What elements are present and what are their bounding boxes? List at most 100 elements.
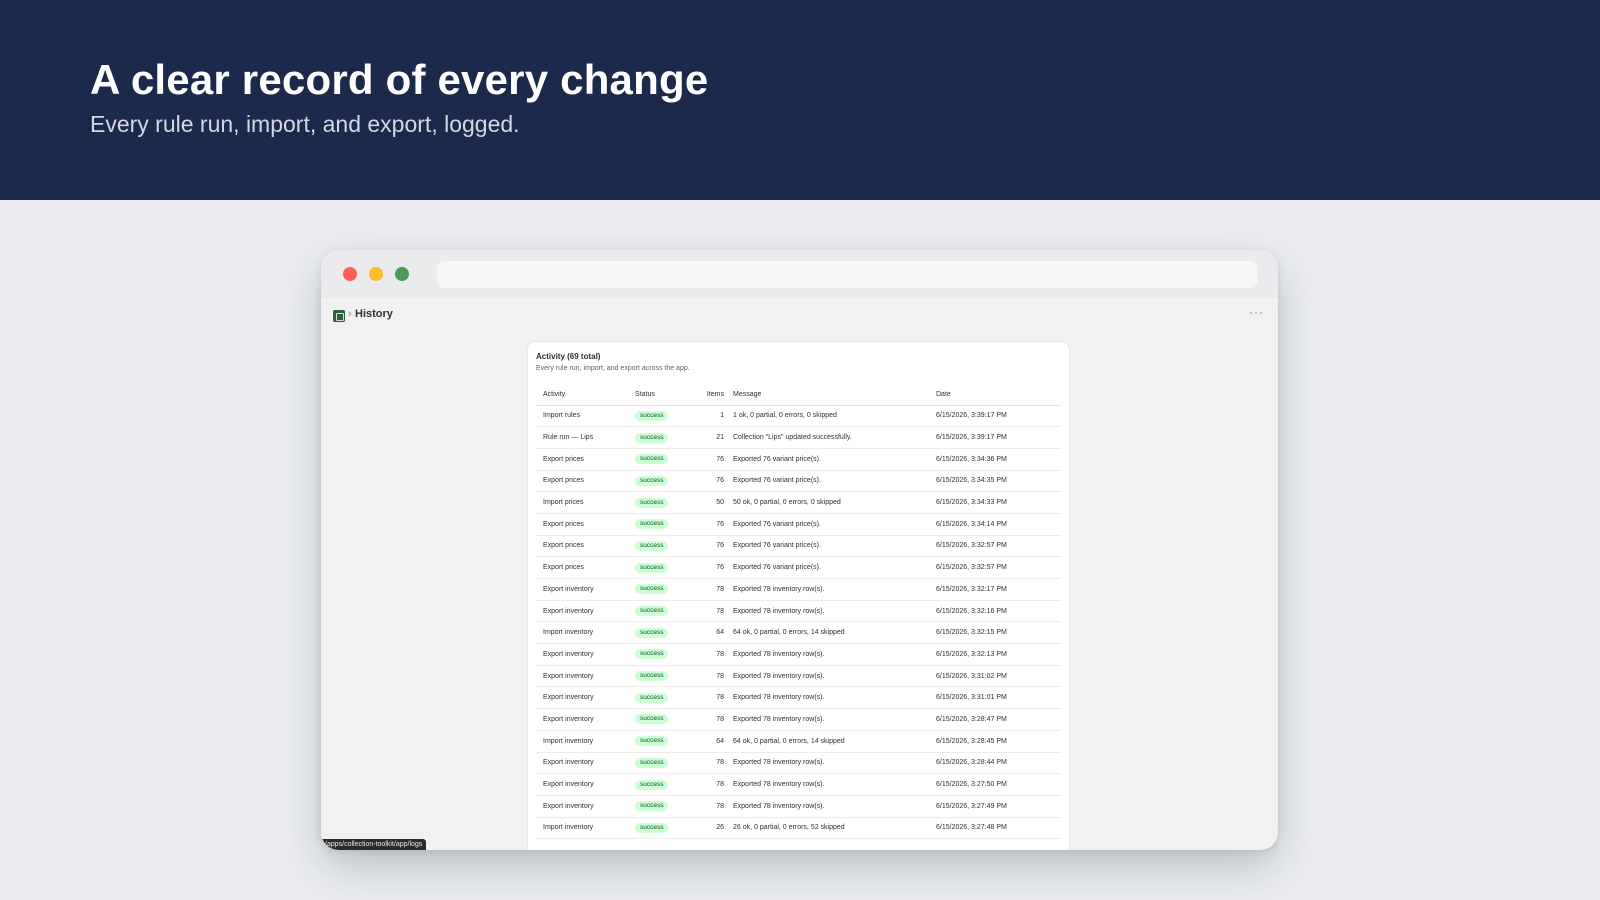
- status-cell: success: [628, 470, 697, 493]
- table-row[interactable]: Export inventory success 78 Exported 78 inv…: [536, 578, 1061, 601]
- activity-cell: Import rules: [536, 405, 628, 428]
- table-row[interactable]: Import inventory success 64 64 ok, 0 partia…: [536, 730, 1061, 753]
- activity-cell: Export inventory: [536, 665, 628, 688]
- more-horizontal-icon[interactable]: ···: [1249, 305, 1264, 319]
- status-badge: success: [635, 584, 669, 595]
- card-subtitle: Every rule run, import, and export acros…: [536, 365, 690, 372]
- column-header-activity[interactable]: Activity: [536, 384, 628, 406]
- status-cell: success: [628, 708, 697, 731]
- items-cell: 78: [697, 773, 726, 796]
- items-cell: 64: [697, 730, 726, 753]
- date-cell: 6/15/2026, 3:31:01 PM: [929, 686, 1061, 710]
- items-cell: 1: [697, 405, 726, 428]
- table-row[interactable]: Export prices success 76 Exported 76 varian…: [536, 470, 1061, 493]
- date-cell: 6/15/2026, 3:34:35 PM: [929, 470, 1061, 493]
- status-badge: success: [635, 475, 669, 486]
- message-cell: Exported 78 inventory row(s).: [726, 665, 929, 688]
- activity-cell: Import inventory: [536, 730, 628, 753]
- table-row[interactable]: Export prices success 76 Exported 76 varian…: [536, 448, 1061, 471]
- status-cell: success: [628, 535, 697, 558]
- status-cell: success: [628, 817, 697, 840]
- table-row[interactable]: Import inventory success 64 64 ok, 0 partia…: [536, 621, 1061, 645]
- table-row[interactable]: Rule run — Lips success 21 Collection "Lips…: [536, 426, 1061, 449]
- date-cell: 6/15/2026, 3:34:14 PM: [929, 513, 1061, 536]
- table-row[interactable]: Export inventory success 78 Exported 78 inv…: [536, 708, 1061, 731]
- table-row[interactable]: Export inventory success 78 Exported 78 inv…: [536, 665, 1061, 688]
- date-cell: 6/15/2026, 3:32:57 PM: [929, 556, 1061, 579]
- table-row[interactable]: Import prices success 50 50 ok, 0 partial, …: [536, 491, 1061, 514]
- activity-table: Activity Status Items Message Date Impor…: [536, 384, 1061, 840]
- message-cell: Exported 76 variant price(s).: [726, 535, 929, 558]
- status-cell: success: [628, 513, 697, 536]
- table-row[interactable]: Export inventory success 78 Exported 78 inv…: [536, 643, 1061, 666]
- items-cell: 76: [697, 448, 726, 471]
- status-badge: success: [635, 671, 669, 682]
- table-row[interactable]: Export inventory success 78 Exported 78 inv…: [536, 752, 1061, 775]
- activity-cell: Rule run — Lips: [536, 426, 628, 449]
- card-title: Activity (69 total): [536, 352, 601, 361]
- date-cell: 6/15/2026, 3:32:57 PM: [929, 535, 1061, 558]
- message-cell: Exported 78 inventory row(s).: [726, 686, 929, 710]
- items-cell: 26: [697, 817, 726, 840]
- table-row[interactable]: Import inventory success 26 26 ok, 0 partia…: [536, 817, 1061, 840]
- table-row[interactable]: Export prices success 76 Exported 76 varian…: [536, 513, 1061, 536]
- minimize-window-button[interactable]: [369, 267, 383, 281]
- close-window-button[interactable]: [343, 267, 357, 281]
- date-cell: 6/15/2026, 3:32:16 PM: [929, 600, 1061, 623]
- status-cell: success: [628, 600, 697, 623]
- activity-cell: Export prices: [536, 535, 628, 558]
- maximize-window-button[interactable]: [395, 267, 409, 281]
- items-cell: 78: [697, 752, 726, 775]
- status-cell: success: [628, 448, 697, 471]
- activity-cell: Export inventory: [536, 795, 628, 818]
- message-cell: 26 ok, 0 partial, 0 errors, 52 skipped: [726, 817, 929, 840]
- message-cell: Exported 78 inventory row(s).: [726, 752, 929, 775]
- message-cell: Exported 76 variant price(s).: [726, 448, 929, 471]
- status-badge: success: [635, 757, 669, 768]
- message-cell: Exported 78 inventory row(s).: [726, 643, 929, 666]
- column-header-status[interactable]: Status: [628, 384, 697, 406]
- status-badge: success: [635, 497, 669, 508]
- items-cell: 50: [697, 491, 726, 514]
- message-cell: 64 ok, 0 partial, 0 errors, 14 skipped: [726, 621, 929, 645]
- status-badge: success: [635, 410, 669, 421]
- status-cell: success: [628, 621, 697, 645]
- status-cell: success: [628, 491, 697, 514]
- address-bar[interactable]: [437, 261, 1258, 288]
- date-cell: 6/15/2026, 3:28:47 PM: [929, 708, 1061, 731]
- status-cell: success: [628, 773, 697, 796]
- message-cell: 1 ok, 0 partial, 0 errors, 0 skipped: [726, 405, 929, 428]
- date-cell: 6/15/2026, 3:31:02 PM: [929, 665, 1061, 688]
- browser-window: › History ··· Activity (69 total) Every …: [321, 250, 1278, 850]
- date-cell: 6/15/2026, 3:34:36 PM: [929, 448, 1061, 471]
- column-header-date[interactable]: Date: [929, 384, 1061, 406]
- items-cell: 76: [697, 470, 726, 493]
- date-cell: 6/15/2026, 3:39:17 PM: [929, 405, 1061, 428]
- status-badge: success: [635, 736, 669, 747]
- activity-card: Activity (69 total) Every rule run, impo…: [528, 342, 1069, 850]
- date-cell: 6/15/2026, 3:39:17 PM: [929, 426, 1061, 449]
- app-logo-icon[interactable]: [333, 310, 345, 322]
- date-cell: 6/15/2026, 3:27:49 PM: [929, 795, 1061, 818]
- table-row[interactable]: Export inventory success 78 Exported 78 inv…: [536, 686, 1061, 710]
- activity-cell: Export inventory: [536, 686, 628, 710]
- table-row[interactable]: Export inventory success 78 Exported 78 inv…: [536, 773, 1061, 796]
- column-header-message[interactable]: Message: [726, 384, 929, 406]
- status-cell: success: [628, 686, 697, 710]
- message-cell: Exported 78 inventory row(s).: [726, 708, 929, 731]
- status-badge: success: [635, 649, 669, 660]
- table-row[interactable]: Export inventory success 78 Exported 78 inv…: [536, 600, 1061, 623]
- table-row[interactable]: Export prices success 76 Exported 76 varian…: [536, 556, 1061, 579]
- date-cell: 6/15/2026, 3:32:15 PM: [929, 621, 1061, 645]
- date-cell: 6/15/2026, 3:28:44 PM: [929, 752, 1061, 775]
- column-header-items[interactable]: Items: [697, 384, 726, 406]
- activity-cell: Export inventory: [536, 752, 628, 775]
- message-cell: Exported 76 variant price(s).: [726, 513, 929, 536]
- table-row[interactable]: Export prices success 76 Exported 76 varian…: [536, 535, 1061, 558]
- chevron-right-icon: ›: [348, 308, 352, 320]
- table-row[interactable]: Import rules success 1 1 ok, 0 partial, 0 e…: [536, 405, 1061, 428]
- activity-cell: Export inventory: [536, 773, 628, 796]
- table-row[interactable]: Export inventory success 78 Exported 78 inv…: [536, 795, 1061, 818]
- status-cell: success: [628, 556, 697, 579]
- status-badge: success: [635, 519, 669, 530]
